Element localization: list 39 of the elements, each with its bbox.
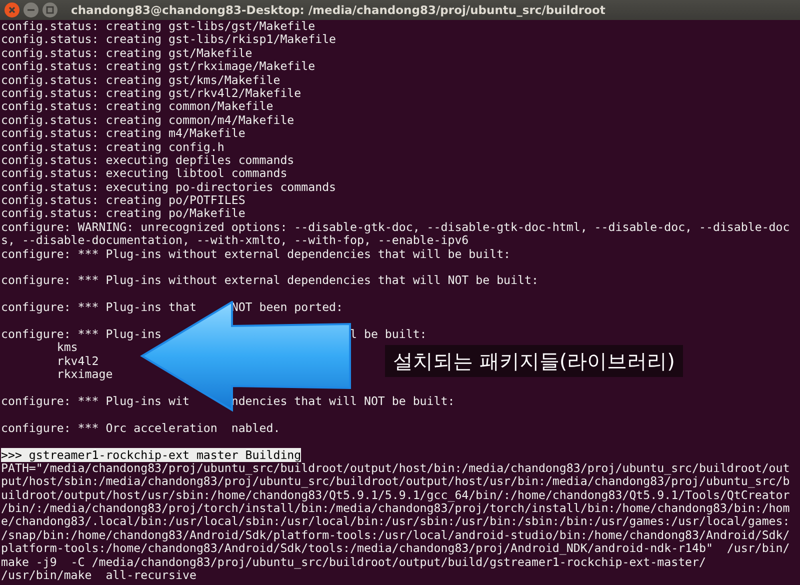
terminal-line: configure: *** Orc acceleration nabled. xyxy=(1,422,280,436)
annotation-label: 설치되는 패키지들(라이브러리) xyxy=(385,345,683,377)
terminal-line: config.status: creating gst/rkv4l2/Makefile xyxy=(1,86,302,100)
terminal-line: s, --disable-documentation, --with-xmlto, --with-fop, --enable-ipv6 xyxy=(1,234,469,248)
terminal-line: config.status: creating common/m4/Makefile xyxy=(1,114,294,128)
terminal-line: config.status: creating config.h xyxy=(1,140,224,154)
terminal-line: configure: WARNING: unrecognized options: --disable-gtk-doc, --disable-gtk-doc-html, --disable-doc, --disable-doc xyxy=(1,220,790,234)
terminal-line: put/host/sbin:/media/chandong83/proj/ubuntu_src/buildroot/output/host/usr/bin:/media/chandong83/proj/ubuntu_src/b xyxy=(1,475,790,489)
close-icon[interactable] xyxy=(4,2,20,18)
terminal-line: configure: *** Plug-ins without external dependencies that will be built: xyxy=(1,248,511,262)
terminal-line: rkximage xyxy=(56,368,113,382)
terminal-line: PATH="/media/chandong83/proj/ubuntu_src/buildroot/output/host/bin:/media/chandong83/proj/ubuntu_src/buildroot/out xyxy=(1,462,790,476)
terminal-line: config.status: executing po-directories commands xyxy=(1,180,336,194)
terminal-line: config.status: creating gst-libs/rkisp1/Makefile xyxy=(1,33,336,47)
terminal-line: /bin/:/media/chandong83/proj/torch/install/bin:/media/chandong83/proj/torch/install/bin:/home/chandong83/bin:/hom xyxy=(1,502,790,516)
terminal-line: config.status: creating gst/rkximage/Makefile xyxy=(1,60,316,74)
terminal-line: rkv4l2 xyxy=(56,354,99,368)
terminal-line: config.status: creating gst-libs/gst/Makefile xyxy=(1,20,316,34)
terminal-line: config.status: creating po/Makefile xyxy=(1,207,246,221)
window-title: chandong83@chandong83-Desktop: /media/chandong83/proj/ubuntu_src/buildroot xyxy=(71,3,606,17)
terminal-line: /usr/bin/make all-recursive xyxy=(1,569,196,582)
terminal-line: config.status: creating gst/Makefile xyxy=(1,46,252,60)
terminal-line: uildroot/output/host/usr/sbin:/home/chandong83/Qt5.9.1/5.9.1/gcc_64/bin/:/home/chandong83/Qt5.9.1/Tools/QtCreator xyxy=(1,488,790,502)
terminal-line: platform-tools:/home/chandong83/Android/Sdk/tools:/media/chandong83/proj/Android_NDK/android-ndk-r14b" /usr/bin/ xyxy=(1,542,790,556)
terminal-line: configure: *** Plug-ins l be built: xyxy=(1,328,427,342)
terminal-line: config.status: creating m4/Makefile xyxy=(1,127,246,141)
terminal-line: make -j9 -C /media/chandong83/proj/ubuntu_src/buildroot/output/build/gstreamer1-rockchip-ext-master/ xyxy=(1,556,706,570)
terminal-line: /snap/bin:/home/chandong83/Android/Sdk/platform-tools:/usr/local/android-studio/bin:/home/chandong83/Android/Sdk/ xyxy=(1,528,790,542)
terminal-line: config.status: creating common/Makefile xyxy=(1,100,274,114)
maximize-icon[interactable] xyxy=(42,2,58,18)
terminal-line: configure: *** Plug-ins wit ndencies that will NOT be built: xyxy=(1,394,455,408)
terminal-line: config.status: executing depfiles commands xyxy=(1,154,294,168)
terminal-line: config.status: executing libtool commands xyxy=(1,167,288,181)
terminal-line: kms xyxy=(56,341,78,355)
terminal-line: config.status: creating po/POTFILES xyxy=(1,194,246,208)
minimize-icon[interactable] xyxy=(23,2,39,18)
terminal-line: config.status: creating gst/kms/Makefile xyxy=(1,74,280,87)
terminal-line: configure: *** Plug-ins without external dependencies that will NOT be built: xyxy=(1,274,538,288)
terminal-line: e/chandong83/.local/bin:/usr/local/sbin:/usr/local/bin:/usr/sbin:/usr/bin:/sbin:/bin:/usr/games:/usr/local/games: xyxy=(1,515,790,529)
